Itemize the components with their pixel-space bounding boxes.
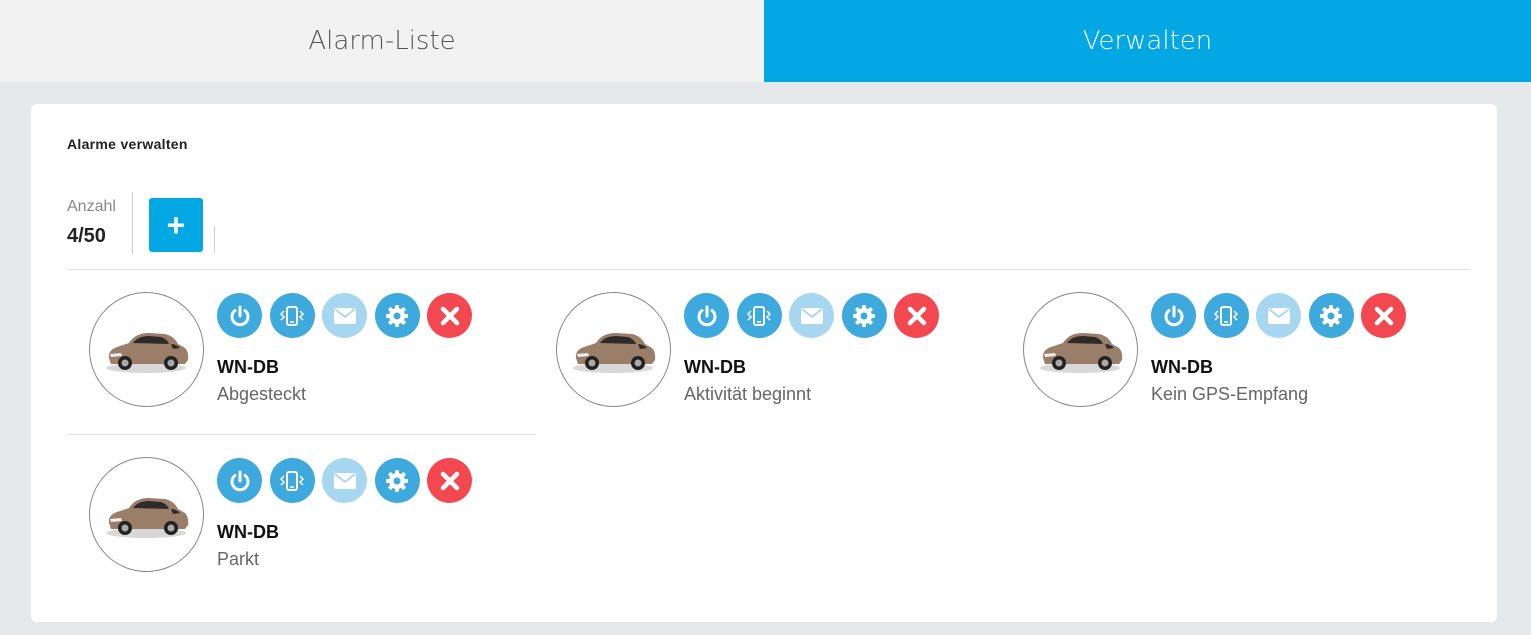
gear-icon xyxy=(853,304,875,327)
tab-bar: Alarm-Liste Verwalten xyxy=(0,0,1531,82)
vibration-button[interactable] xyxy=(1203,293,1249,338)
mail-icon xyxy=(333,307,356,324)
power-icon xyxy=(1164,305,1183,326)
power-icon xyxy=(230,305,249,326)
alarm-actions xyxy=(217,293,480,338)
settings-button[interactable] xyxy=(374,293,420,338)
vibrate-phone-icon xyxy=(279,470,305,491)
alarm-actions xyxy=(684,293,947,338)
mail-icon xyxy=(800,307,823,324)
power-button[interactable] xyxy=(1151,293,1196,338)
mail-button[interactable] xyxy=(322,458,367,503)
mail-icon xyxy=(1267,307,1290,324)
divider xyxy=(67,269,1470,270)
close-icon xyxy=(440,306,459,325)
manage-alarms-panel: Alarme verwalten Anzahl 4/50 + WN-DB Abg… xyxy=(31,104,1497,622)
mail-button[interactable] xyxy=(1256,293,1301,338)
delete-button[interactable] xyxy=(894,293,939,338)
car-avatar xyxy=(89,457,204,572)
mail-button[interactable] xyxy=(322,293,367,338)
alarm-item: WN-DB Abgesteckt xyxy=(89,292,529,422)
close-icon xyxy=(907,306,926,325)
add-alarm-button[interactable]: + xyxy=(149,198,203,252)
car-avatar xyxy=(89,292,204,407)
count-value: 4/50 xyxy=(67,225,106,247)
vibrate-phone-icon xyxy=(279,305,305,326)
mail-icon xyxy=(333,472,356,489)
settings-button[interactable] xyxy=(841,293,887,338)
license-plate: WN-DB xyxy=(217,357,279,377)
car-image xyxy=(572,332,655,373)
divider xyxy=(67,434,535,435)
alarm-item: WN-DB Aktivität beginnt xyxy=(556,292,996,422)
alarm-item: WN-DB Parkt xyxy=(89,457,529,587)
tab-manage[interactable]: Verwalten xyxy=(764,0,1531,82)
vibration-button[interactable] xyxy=(269,458,315,503)
car-avatar xyxy=(556,292,671,407)
vibration-button[interactable] xyxy=(269,293,315,338)
count-label: Anzahl xyxy=(67,198,116,215)
power-icon xyxy=(697,305,716,326)
alarm-actions xyxy=(217,458,480,503)
license-plate: WN-DB xyxy=(1151,357,1213,377)
gear-icon xyxy=(386,304,408,327)
tab-alarm-list[interactable]: Alarm-Liste xyxy=(0,0,764,82)
power-button[interactable] xyxy=(217,458,262,503)
divider xyxy=(214,226,215,253)
license-plate: WN-DB xyxy=(217,522,279,542)
divider xyxy=(132,192,133,254)
gear-icon xyxy=(386,469,408,492)
delete-button[interactable] xyxy=(427,458,472,503)
car-image xyxy=(105,332,188,373)
settings-button[interactable] xyxy=(374,458,420,503)
close-icon xyxy=(440,471,459,490)
close-icon xyxy=(1374,306,1393,325)
vibrate-phone-icon xyxy=(746,305,772,326)
alarm-status: Aktivität beginnt xyxy=(684,384,812,404)
delete-button[interactable] xyxy=(1361,293,1406,338)
panel-title: Alarme verwalten xyxy=(67,136,188,152)
power-button[interactable] xyxy=(217,293,262,338)
alarm-status: Abgesteckt xyxy=(217,384,307,404)
vibrate-phone-icon xyxy=(1213,305,1239,326)
license-plate: WN-DB xyxy=(684,357,746,377)
gear-icon xyxy=(1320,304,1342,327)
alarm-status: Kein GPS-Empfang xyxy=(1151,384,1309,404)
alarm-item: WN-DB Kein GPS-Empfang xyxy=(1023,292,1463,422)
car-avatar xyxy=(1023,292,1138,407)
alarm-actions xyxy=(1151,293,1414,338)
delete-button[interactable] xyxy=(427,293,472,338)
car-image xyxy=(105,497,188,538)
car-image xyxy=(1039,332,1122,373)
power-button[interactable] xyxy=(684,293,729,338)
power-icon xyxy=(230,470,249,491)
mail-button[interactable] xyxy=(789,293,834,338)
settings-button[interactable] xyxy=(1308,293,1354,338)
vibration-button[interactable] xyxy=(736,293,782,338)
alarm-status: Parkt xyxy=(217,549,260,569)
